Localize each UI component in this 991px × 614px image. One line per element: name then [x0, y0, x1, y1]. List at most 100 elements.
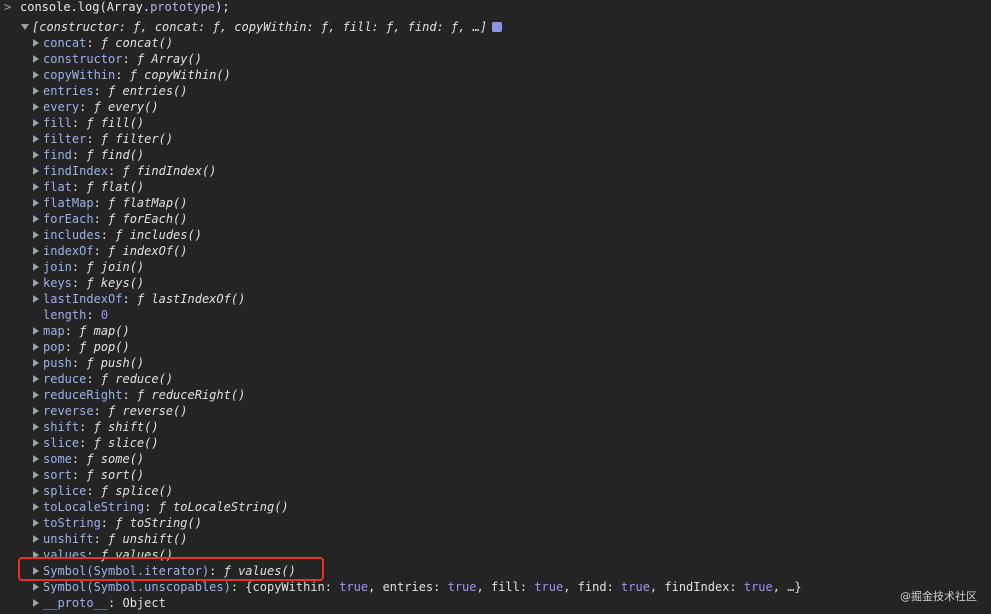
object-summary[interactable]: [constructor: ƒ, concat: ƒ, copyWithin: … — [0, 19, 502, 35]
triangle-right-icon[interactable] — [33, 151, 39, 159]
triangle-right-icon[interactable] — [33, 551, 39, 559]
property-entry: lastIndexOf: ƒ lastIndexOf() — [43, 291, 245, 307]
property-row[interactable]: every: ƒ every() — [0, 99, 991, 115]
property-entry: reduce: ƒ reduce() — [43, 371, 173, 387]
function-value: ƒ Array() — [136, 52, 202, 66]
triangle-right-icon[interactable] — [33, 423, 39, 431]
property-row[interactable]: unshift: ƒ unshift() — [0, 531, 991, 547]
property-row[interactable]: map: ƒ map() — [0, 323, 991, 339]
function-value: ƒ every() — [93, 100, 159, 114]
object-preview-part: , find: — [563, 580, 622, 594]
property-row[interactable]: toString: ƒ toString() — [0, 515, 991, 531]
property-row[interactable]: slice: ƒ slice() — [0, 435, 991, 451]
triangle-right-icon[interactable] — [33, 279, 39, 287]
key-separator: : — [100, 228, 116, 242]
key-separator: : — [93, 212, 109, 226]
property-row[interactable]: pop: ƒ pop() — [0, 339, 991, 355]
property-key: every — [43, 100, 80, 114]
property-row[interactable]: keys: ƒ keys() — [0, 275, 991, 291]
key-separator: : — [71, 276, 87, 290]
triangle-right-icon[interactable] — [33, 183, 39, 191]
triangle-right-icon[interactable] — [33, 263, 39, 271]
triangle-right-icon[interactable] — [33, 391, 39, 399]
property-row[interactable]: join: ƒ join() — [0, 259, 991, 275]
key-separator: : — [93, 532, 109, 546]
triangle-right-icon[interactable] — [33, 359, 39, 367]
function-value: ƒ toString() — [115, 516, 202, 530]
property-entry: values: ƒ values() — [43, 547, 173, 563]
triangle-right-icon[interactable] — [33, 375, 39, 383]
triangle-right-icon[interactable] — [33, 599, 39, 607]
property-entry: push: ƒ push() — [43, 355, 144, 371]
info-badge-icon[interactable] — [492, 22, 502, 32]
property-row[interactable]: __proto__: Object — [0, 595, 991, 611]
property-row[interactable]: Symbol(Symbol.unscopables): {copyWithin:… — [0, 579, 991, 595]
property-row[interactable]: find: ƒ find() — [0, 147, 991, 163]
property-row[interactable]: reduceRight: ƒ reduceRight() — [0, 387, 991, 403]
property-row[interactable]: concat: ƒ concat() — [0, 35, 991, 51]
triangle-right-icon[interactable] — [33, 247, 39, 255]
function-value: ƒ find() — [86, 148, 145, 162]
triangle-right-icon[interactable] — [33, 471, 39, 479]
property-row[interactable]: toLocaleString: ƒ toLocaleString() — [0, 499, 991, 515]
property-row[interactable]: flatMap: ƒ flatMap() — [0, 195, 991, 211]
function-value: ƒ entries() — [108, 84, 188, 98]
triangle-right-icon[interactable] — [33, 87, 39, 95]
property-row[interactable]: constructor: ƒ Array() — [0, 51, 991, 67]
property-row[interactable]: some: ƒ some() — [0, 451, 991, 467]
console-input-line[interactable]: > console.log(Array.prototype); — [0, 0, 230, 14]
property-row[interactable]: push: ƒ push() — [0, 355, 991, 371]
triangle-right-icon[interactable] — [33, 103, 39, 111]
triangle-right-icon[interactable] — [33, 199, 39, 207]
triangle-right-icon[interactable] — [33, 295, 39, 303]
triangle-right-icon[interactable] — [33, 231, 39, 239]
triangle-right-icon[interactable] — [33, 567, 39, 575]
triangle-right-icon[interactable] — [33, 71, 39, 79]
triangle-right-icon[interactable] — [33, 167, 39, 175]
property-key: flatMap — [43, 196, 94, 210]
property-row[interactable]: forEach: ƒ forEach() — [0, 211, 991, 227]
property-row[interactable]: includes: ƒ includes() — [0, 227, 991, 243]
triangle-right-icon[interactable] — [33, 439, 39, 447]
key-separator: : — [71, 116, 87, 130]
triangle-right-icon[interactable] — [33, 39, 39, 47]
property-row[interactable]: reverse: ƒ reverse() — [0, 403, 991, 419]
property-row[interactable]: values: ƒ values() — [0, 547, 991, 563]
property-row[interactable]: indexOf: ƒ indexOf() — [0, 243, 991, 259]
triangle-right-icon[interactable] — [33, 455, 39, 463]
watermark: @掘金技术社区 — [900, 590, 977, 603]
property-row[interactable]: lastIndexOf: ƒ lastIndexOf() — [0, 291, 991, 307]
property-row[interactable]: flat: ƒ flat() — [0, 179, 991, 195]
triangle-right-icon[interactable] — [33, 135, 39, 143]
property-row[interactable]: fill: ƒ fill() — [0, 115, 991, 131]
property-row[interactable]: splice: ƒ splice() — [0, 483, 991, 499]
property-key: reduce — [43, 372, 87, 386]
triangle-right-icon[interactable] — [33, 119, 39, 127]
key-separator: : — [71, 148, 87, 162]
property-row[interactable]: shift: ƒ shift() — [0, 419, 991, 435]
triangle-right-icon[interactable] — [33, 503, 39, 511]
property-row[interactable]: reduce: ƒ reduce() — [0, 371, 991, 387]
triangle-right-icon[interactable] — [33, 583, 39, 591]
triangle-right-icon[interactable] — [33, 343, 39, 351]
triangle-right-icon[interactable] — [33, 215, 39, 223]
triangle-down-icon[interactable] — [21, 24, 29, 30]
object-preview-text: [constructor: ƒ, concat: ƒ, copyWithin: … — [32, 20, 488, 34]
property-row[interactable]: Symbol(Symbol.iterator): ƒ values() — [0, 563, 991, 579]
property-row[interactable]: entries: ƒ entries() — [0, 83, 991, 99]
triangle-right-icon[interactable] — [33, 327, 39, 335]
property-row[interactable]: sort: ƒ sort() — [0, 467, 991, 483]
triangle-right-icon[interactable] — [33, 535, 39, 543]
key-separator: : — [122, 388, 137, 402]
property-key: filter — [43, 132, 87, 146]
triangle-right-icon[interactable] — [33, 487, 39, 495]
key-separator: : — [122, 52, 137, 66]
triangle-right-icon[interactable] — [33, 55, 39, 63]
property-entry: some: ƒ some() — [43, 451, 144, 467]
property-row[interactable]: copyWithin: ƒ copyWithin() — [0, 67, 991, 83]
property-row[interactable]: findIndex: ƒ findIndex() — [0, 163, 991, 179]
triangle-right-icon[interactable] — [33, 519, 39, 527]
property-row[interactable]: filter: ƒ filter() — [0, 131, 991, 147]
command-part-method: log — [77, 0, 100, 14]
triangle-right-icon[interactable] — [33, 407, 39, 415]
